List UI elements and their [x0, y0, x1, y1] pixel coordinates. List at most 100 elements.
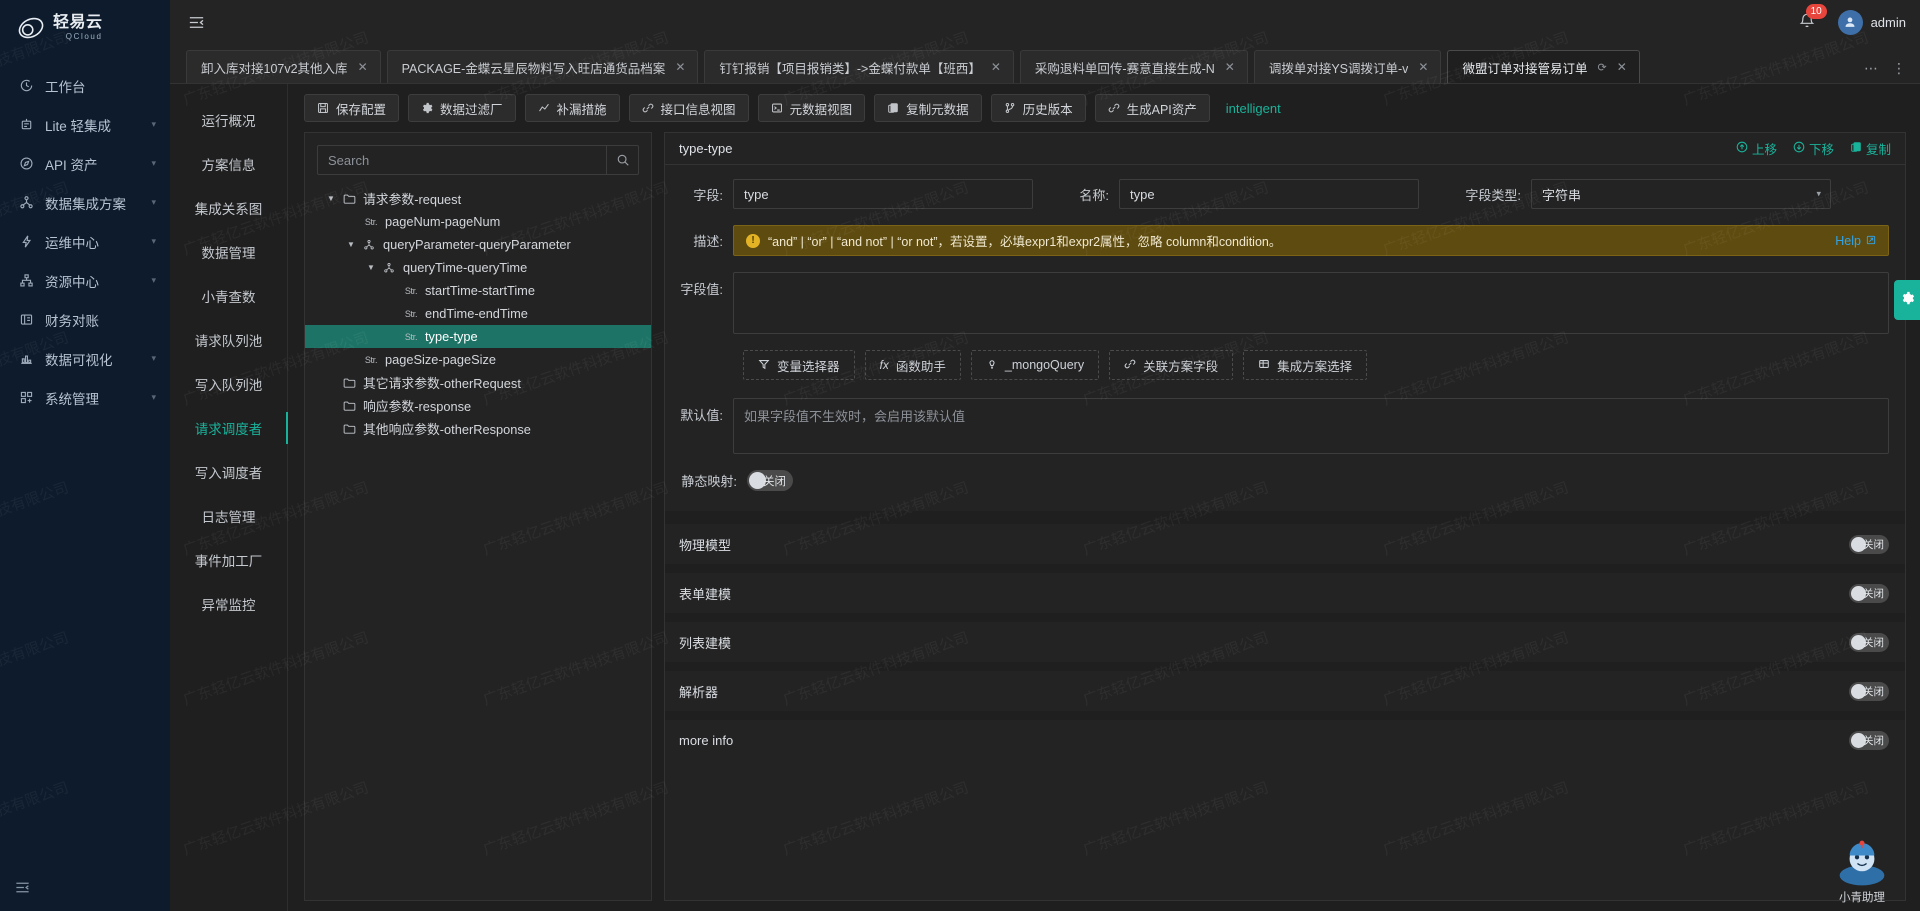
move-up-button[interactable]: 上移	[1736, 139, 1777, 158]
sidebar-item-visualization[interactable]: 数据可视化 ▾	[0, 339, 170, 378]
sidebar-item-finance[interactable]: 财务对账	[0, 300, 170, 339]
name-input[interactable]	[1119, 179, 1419, 209]
tab-item[interactable]: 卸入库对接107v2其他入库 ✕	[186, 50, 381, 83]
subnav-item-request-scheduler[interactable]: 请求调度者	[170, 406, 288, 450]
subnav-item-write-queue[interactable]: 写入队列池	[170, 362, 287, 406]
chevron-down-icon[interactable]: ▼	[363, 263, 379, 272]
field-value-textarea[interactable]	[733, 272, 1889, 334]
subnav-item-write-scheduler[interactable]: 写入调度者	[170, 450, 287, 494]
field-input[interactable]	[733, 179, 1033, 209]
tree-node-queryparameter[interactable]: ▼ queryParameter-queryParameter	[305, 233, 651, 256]
tree-node-endtime[interactable]: Str. endTime-endTime	[305, 302, 651, 325]
default-value-label: 默认值:	[680, 408, 723, 423]
section-toggle[interactable]: 关闭	[1849, 583, 1889, 603]
user-menu[interactable]: admin	[1837, 9, 1906, 35]
notifications-button[interactable]: 10	[1798, 3, 1827, 33]
subnav-item-plan-info[interactable]: 方案信息	[170, 142, 287, 186]
section-toggle[interactable]: 关闭	[1849, 681, 1889, 701]
save-config-button[interactable]: 保存配置	[304, 94, 400, 122]
variable-selector-button[interactable]: 变量选择器	[743, 350, 855, 380]
interface-info-view-button[interactable]: 接口信息视图	[628, 94, 749, 122]
data-filter-button[interactable]: 数据过滤厂	[408, 94, 516, 122]
tree-node-pagesize[interactable]: Str. pageSize-pageSize	[305, 348, 651, 371]
related-plan-field-button[interactable]: 关联方案字段	[1109, 350, 1234, 380]
section-header[interactable]: 解析器 关闭	[665, 671, 1905, 711]
tree-node-pagenum[interactable]: Str. pageNum-pageNum	[305, 210, 651, 233]
subnav-item-exception-monitor[interactable]: 异常监控	[170, 582, 287, 626]
tab-item[interactable]: 钉钉报销【项目报销类】->金蝶付款单【班西】 ✕	[704, 50, 1014, 83]
chevron-down-icon[interactable]: ▼	[323, 194, 339, 203]
close-icon[interactable]: ✕	[991, 60, 1001, 74]
bell-icon	[1798, 13, 1816, 33]
section-header[interactable]: more info 关闭	[665, 720, 1905, 760]
more-horizontal-icon[interactable]: ⋯	[1864, 60, 1878, 77]
tab-item[interactable]: PACKAGE-金蝶云星辰物料写入旺店通货品档案 ✕	[386, 50, 699, 83]
tree-node-otherrequest[interactable]: 其它请求参数-otherRequest	[305, 371, 651, 394]
sidebar-collapse-button[interactable]	[0, 867, 170, 911]
history-version-button[interactable]: 历史版本	[990, 94, 1086, 122]
section-toggle[interactable]: 关闭	[1849, 730, 1889, 750]
close-icon[interactable]: ✕	[1617, 60, 1627, 74]
copy-field-button[interactable]: 复制	[1850, 139, 1891, 158]
copy-metadata-button[interactable]: 复制元数据	[874, 94, 982, 122]
close-icon[interactable]: ✕	[1225, 60, 1235, 74]
link-icon	[1124, 358, 1136, 373]
tab-item-active[interactable]: 微盟订单对接管易订单 ⟳ ✕	[1447, 50, 1640, 83]
subnav-item-data-management[interactable]: 数据管理	[170, 230, 287, 274]
section-header[interactable]: 表单建模 关闭	[665, 573, 1905, 613]
tree-node-otherresponse[interactable]: 其他响应参数-otherResponse	[305, 417, 651, 440]
share-nodes-icon	[18, 195, 35, 210]
close-icon[interactable]: ✕	[675, 60, 685, 74]
settings-drawer-button[interactable]	[1894, 280, 1920, 320]
sidebar-item-lite[interactable]: Lite 轻集成 ▾	[0, 105, 170, 144]
chevron-down-icon[interactable]: ▼	[343, 240, 359, 249]
tree-node-request[interactable]: ▼ 请求参数-request	[305, 187, 651, 210]
tree-node-starttime[interactable]: Str. startTime-startTime	[305, 279, 651, 302]
search-icon[interactable]	[606, 146, 638, 174]
sidebar-item-resource-center[interactable]: 资源中心 ▾	[0, 261, 170, 300]
refresh-icon[interactable]: ⟳	[1598, 61, 1607, 74]
search-input[interactable]	[318, 146, 606, 174]
subnav-item-log-management[interactable]: 日志管理	[170, 494, 287, 538]
brand-name-cn: 轻易云	[53, 14, 103, 31]
metadata-view-button[interactable]: 元数据视图	[757, 94, 866, 122]
integration-plan-select-button[interactable]: 集成方案选择	[1243, 350, 1368, 380]
assistant-widget[interactable]: 小青助理	[1820, 838, 1904, 905]
subnav-item-query[interactable]: 小青查数	[170, 274, 287, 318]
tree-node-response[interactable]: 响应参数-response	[305, 394, 651, 417]
tree-node-querytime[interactable]: ▼ queryTime-queryTime	[305, 256, 651, 279]
section-toggle[interactable]: 关闭	[1849, 632, 1889, 652]
field-type-select[interactable]: 字符串 ▾	[1531, 179, 1831, 209]
default-value-textarea[interactable]	[733, 398, 1889, 454]
subnav-item-overview[interactable]: 运行概况	[170, 98, 287, 142]
sidebar-item-api-assets[interactable]: API 资产 ▾	[0, 144, 170, 183]
sidebar-item-system[interactable]: 系统管理 ▾	[0, 378, 170, 417]
section-header[interactable]: 列表建模 关闭	[665, 622, 1905, 662]
close-icon[interactable]: ✕	[1418, 60, 1428, 74]
tab-item[interactable]: 调拨单对接YS调拨订单-v ✕	[1253, 50, 1442, 83]
subnav-item-relation-graph[interactable]: 集成关系图	[170, 186, 287, 230]
sidebar-item-workbench[interactable]: 工作台	[0, 66, 170, 105]
section-toggle[interactable]: 关闭	[1849, 534, 1889, 554]
compass-icon	[18, 156, 35, 171]
patch-measure-button[interactable]: 补漏措施	[524, 94, 620, 122]
subnav-item-request-queue[interactable]: 请求队列池	[170, 318, 287, 362]
help-link[interactable]: Help	[1835, 234, 1876, 248]
more-vertical-icon[interactable]: ⋮	[1892, 60, 1906, 77]
move-down-button[interactable]: 下移	[1793, 139, 1834, 158]
collapse-sidebar-icon[interactable]	[182, 8, 210, 36]
subnav-item-event-factory[interactable]: 事件加工厂	[170, 538, 287, 582]
sidebar-item-data-integration[interactable]: 数据集成方案 ▾	[0, 183, 170, 222]
brand-logo[interactable]: 轻易云 QCloud	[0, 4, 170, 52]
intelligent-link[interactable]: intelligent	[1226, 101, 1281, 116]
fx-icon: fx	[879, 358, 889, 372]
mongo-query-button[interactable]: _mongoQuery	[970, 350, 1100, 380]
static-mapping-toggle[interactable]: 关闭	[747, 470, 793, 491]
function-helper-button[interactable]: fx 函数助手	[864, 350, 961, 380]
generate-api-asset-button[interactable]: 生成API资产	[1094, 94, 1210, 122]
section-header[interactable]: 物理模型 关闭	[665, 524, 1905, 564]
close-icon[interactable]: ✕	[358, 60, 368, 74]
tree-node-type-selected[interactable]: Str. type-type	[305, 325, 651, 348]
tab-item[interactable]: 采购退料单回传-赛意直接生成-N ✕	[1019, 50, 1248, 83]
sidebar-item-ops-center[interactable]: 运维中心 ▾	[0, 222, 170, 261]
